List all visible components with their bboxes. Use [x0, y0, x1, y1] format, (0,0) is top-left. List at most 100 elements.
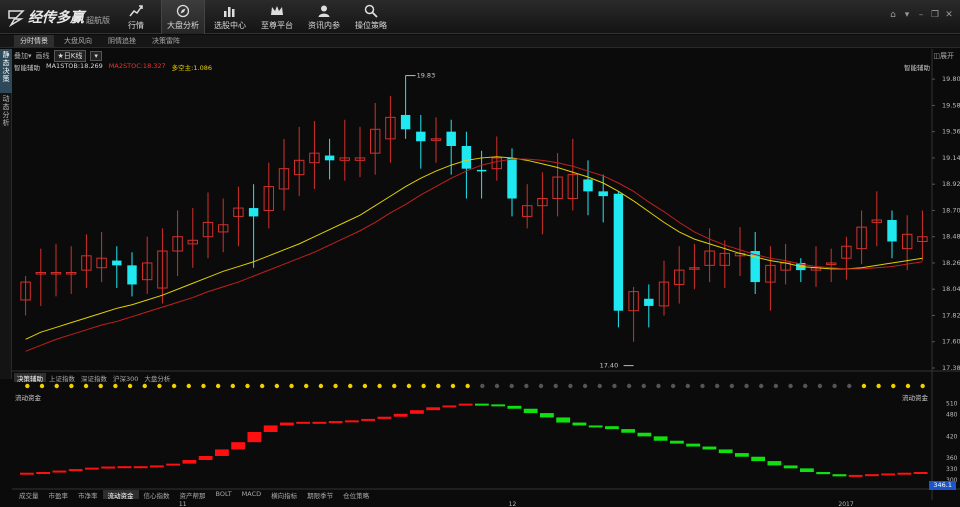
price-tick-label: 18.92: [942, 180, 960, 188]
signal-dot: [553, 383, 558, 389]
signal-dot: [744, 383, 749, 389]
flow-bar: [426, 407, 441, 411]
flow-bar: [800, 468, 814, 472]
signal-dot: [524, 383, 529, 389]
flow-bar: [247, 432, 262, 443]
flow-bar: [783, 465, 798, 469]
signal-dot: [714, 383, 720, 389]
flow-bar: [735, 453, 749, 457]
index-tab[interactable]: 上证指数: [46, 373, 78, 383]
bottom-tab[interactable]: 流动资金: [102, 490, 139, 500]
flow-bar: [117, 466, 132, 469]
price-tick-label: 18.48: [942, 233, 960, 241]
bottom-tab[interactable]: 资产帮那: [175, 490, 211, 500]
flow-label-right: 流动资金: [902, 394, 928, 402]
bottom-tab[interactable]: MACD: [237, 490, 266, 499]
signal-dot: [568, 383, 573, 389]
signal-dot: [759, 383, 764, 389]
signal-dot-active: [436, 383, 441, 389]
flow-bar: [767, 461, 782, 466]
flow-bar: [556, 417, 571, 423]
flow-bar: [718, 449, 733, 454]
signal-dot-active: [186, 383, 191, 389]
flow-bar: [572, 422, 587, 426]
signal-dot-active: [318, 383, 324, 389]
signal-dot-active: [465, 383, 470, 389]
signal-dot-active: [215, 383, 221, 389]
flow-bar: [588, 425, 603, 428]
signal-dot: [582, 383, 588, 389]
flow-bar: [540, 413, 554, 418]
signal-dot: [729, 383, 735, 389]
flow-tick-label: 330: [946, 466, 958, 473]
signal-dot: [656, 383, 661, 389]
price-tick-label: 17.82: [942, 311, 960, 319]
flow-bar: [523, 408, 538, 414]
signal-dot: [847, 383, 852, 389]
flow-bar: [68, 469, 83, 472]
signal-dot-active: [259, 383, 265, 389]
flow-bar: [751, 456, 766, 462]
signal-dot: [509, 383, 514, 389]
index-tabs: 决策辅助 上证指数 深证指数 沪深300 大盘分析: [14, 373, 173, 383]
candle-body: [400, 114, 411, 130]
signal-dot: [817, 383, 823, 389]
signal-dot-active: [876, 383, 881, 389]
index-tab[interactable]: 沪深300: [110, 373, 141, 383]
flow-bar: [20, 472, 34, 475]
signal-dot: [685, 383, 691, 389]
signal-dot-active: [274, 383, 280, 389]
time-axis-label: 11: [179, 501, 187, 507]
candle-body: [127, 265, 137, 285]
signal-dot: [612, 383, 617, 389]
flow-bar: [865, 474, 879, 477]
flow-bar: [36, 472, 51, 474]
high-annotation: 19.83: [417, 72, 436, 80]
signal-dot-active: [304, 383, 309, 389]
candle-body: [112, 260, 122, 266]
flow-bar: [280, 422, 294, 426]
bottom-tab[interactable]: 期限季节: [302, 490, 338, 500]
flow-bar: [296, 421, 311, 424]
price-tick-label: 19.58: [942, 101, 960, 109]
signal-dot-active: [861, 383, 867, 389]
candle-body: [324, 155, 335, 161]
signal-dot-active: [142, 383, 147, 389]
flow-bar: [848, 474, 863, 477]
flow-bar: [133, 466, 148, 469]
bottom-tab[interactable]: 信心指数: [139, 490, 175, 500]
signal-dot-active: [230, 383, 236, 389]
signal-dot: [597, 383, 602, 389]
signal-dot: [641, 383, 646, 389]
index-tab[interactable]: 大盘分析: [141, 373, 173, 383]
bottom-tab[interactable]: 成交量: [14, 490, 44, 500]
flow-tick-label: 360: [946, 455, 958, 462]
bottom-tab[interactable]: 市净率: [73, 490, 103, 500]
flow-bar: [475, 403, 489, 406]
signal-dot-active: [333, 383, 338, 389]
flow-bar: [101, 466, 116, 469]
bottom-tab[interactable]: 横向指标: [266, 490, 302, 500]
signal-dot-active: [450, 383, 456, 389]
signal-dot-active: [25, 383, 30, 389]
bottom-tabs: 成交量 市盈率 市净率 流动资金 信心指数 资产帮那 BOLT MACD 横向指…: [14, 490, 374, 500]
bottom-tab[interactable]: 市盈率: [44, 490, 74, 500]
flow-bar: [670, 440, 684, 444]
candle-body: [644, 298, 654, 306]
flow-bar: [913, 472, 928, 474]
price-tick-label: 19.36: [942, 128, 960, 136]
flow-bar: [312, 421, 327, 424]
index-tab[interactable]: 决策辅助: [14, 373, 46, 383]
price-tick-label: 19.80: [942, 75, 960, 83]
bottom-tab[interactable]: BOLT: [211, 490, 237, 499]
flow-tick-label: 480: [946, 412, 958, 419]
signal-dot: [670, 383, 676, 389]
candle-body: [507, 157, 517, 199]
flow-bar: [897, 472, 912, 475]
price-chart[interactable]: 19.80 19.58 19.36 19.14 18.92 18.70 18.48 18.26…: [0, 0, 960, 507]
ma-yellow-line: [25, 156, 923, 340]
flow-tick-label: 420: [946, 433, 958, 440]
signal-dot-active: [69, 383, 74, 389]
bottom-tab[interactable]: 仓位策略: [338, 490, 374, 500]
index-tab[interactable]: 深证指数: [78, 373, 110, 383]
